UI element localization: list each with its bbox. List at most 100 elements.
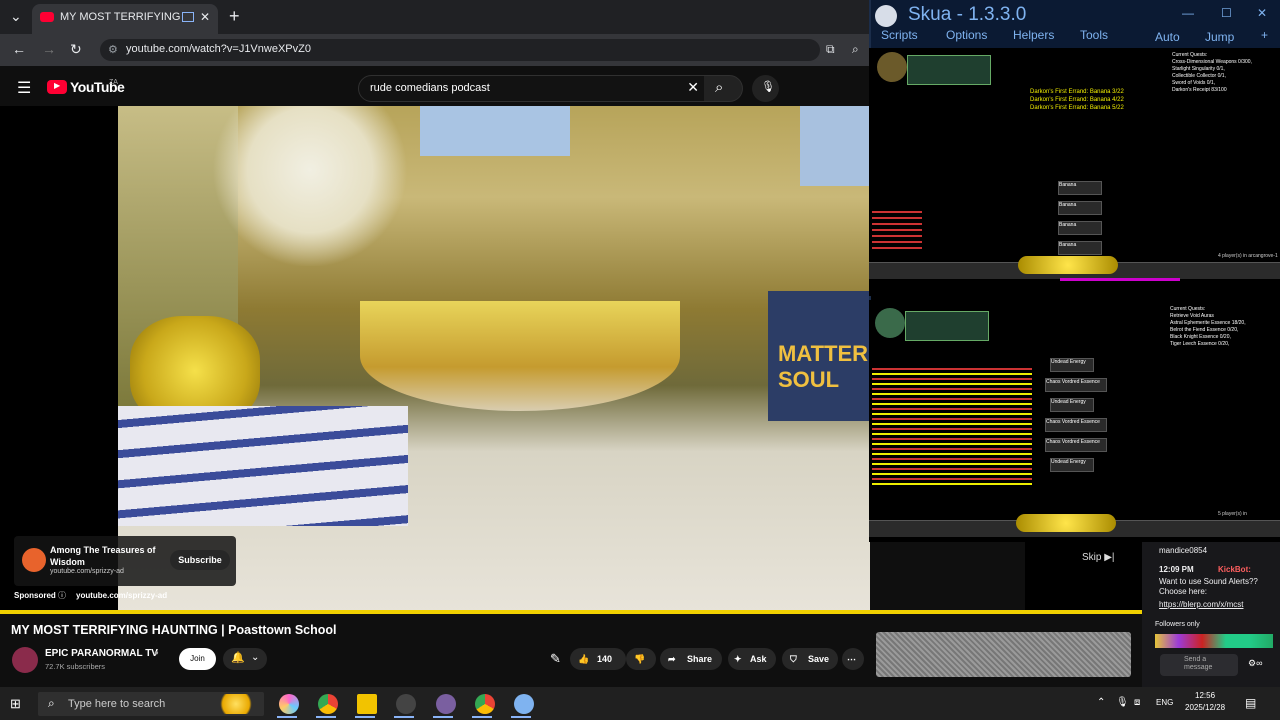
zoom-icon[interactable]: ⌕ (852, 42, 859, 57)
play-glyph-icon: ▶ (54, 81, 61, 90)
search-input[interactable]: rude comedians podcast ✕ (358, 75, 706, 102)
drop-item[interactable]: Chaos Vordred Essence (1045, 438, 1107, 452)
like-button[interactable]: 👍 140 (570, 648, 626, 670)
dislike-button[interactable]: 👎 (626, 648, 656, 670)
chrome-profile-icon[interactable] (475, 694, 495, 714)
skua-add-icon[interactable]: + (1261, 28, 1268, 42)
obs-icon[interactable] (396, 694, 416, 714)
drop-item[interactable]: Banana (1058, 241, 1102, 255)
drop-item[interactable]: Banana (1058, 201, 1102, 215)
chat-link[interactable]: https://blerp.com/x/mcst (1159, 600, 1243, 610)
taskbar-clock[interactable]: 12:56 2025/12/28 (1185, 690, 1225, 714)
quest-line: Retrieve Void Auras (1170, 313, 1214, 319)
tab-media-icon[interactable] (182, 12, 194, 22)
skill-icons-1[interactable] (1018, 256, 1118, 274)
more-actions-button[interactable]: ⋯ (842, 648, 864, 670)
followers-only-label: Followers only (1155, 621, 1200, 628)
drop-item[interactable]: Undead Energy (1050, 358, 1094, 372)
quest-line: Tiger Leech Essence 0/20, (1170, 341, 1230, 347)
ad-channel-avatar[interactable] (22, 548, 46, 572)
quests-header: Current Quests: (1170, 306, 1206, 312)
message-line: Darkon's First Errand: Banana 5/22 (1030, 105, 1124, 111)
site-info-icon[interactable]: ⚙ (108, 43, 118, 56)
search-highlight-icon[interactable] (216, 694, 256, 714)
channel-name[interactable]: EPIC PARANORMAL TV (45, 648, 158, 659)
tray-overflow-icon[interactable]: ⌃ (1097, 697, 1105, 708)
sparkle-icon: ✦ (734, 654, 742, 664)
create-icon[interactable]: ✎ (550, 651, 561, 667)
menu-icon[interactable]: ☰ (17, 78, 31, 98)
ad-progress-bar[interactable] (0, 610, 1142, 614)
back-icon[interactable]: ← (12, 41, 26, 57)
tab-search-icon[interactable]: ⌄ (10, 8, 22, 25)
chat-settings-icon[interactable]: ⚙∞ (1248, 658, 1262, 669)
skua-menu-tools[interactable]: Tools (1080, 28, 1108, 42)
url-text: youtube.com/watch?v=J1VnweXPvZ0 (126, 43, 311, 55)
chat-log-1 (872, 211, 922, 251)
voice-search-button[interactable]: 🎙 (752, 75, 779, 102)
network-icon[interactable]: ⧈ (1134, 697, 1140, 708)
skua-taskbar-icon[interactable] (514, 694, 534, 714)
skua-menu-auto[interactable]: Auto (1155, 30, 1180, 44)
ask-label: Ask (750, 654, 767, 664)
clear-search-icon[interactable]: ✕ (687, 79, 699, 96)
related-video-thumbnail[interactable] (876, 632, 1131, 677)
quest-line: Astral Ephemerite Essence 18/20, (1170, 320, 1246, 326)
tab-close-icon[interactable]: ✕ (200, 10, 210, 24)
share-button[interactable]: ➦ Share (660, 648, 722, 670)
ad-title[interactable]: Among The Treasures of Wisdom (50, 544, 162, 568)
drop-item[interactable]: Banana (1058, 221, 1102, 235)
forward-icon[interactable]: → (42, 41, 56, 57)
skua-menu-helpers[interactable]: Helpers (1013, 28, 1054, 42)
drop-item[interactable]: Undead Energy (1050, 458, 1094, 472)
chat-message: Want to use Sound Alerts?? Choose here: (1159, 577, 1258, 596)
quest-tracker-2: Current Quests: Retrieve Void Auras Astr… (1170, 306, 1270, 348)
chat-bot-name[interactable]: KickBot: (1218, 565, 1251, 575)
sponsored-url[interactable]: youtube.com/sprizzy-ad (76, 591, 167, 600)
drop-item[interactable]: Undead Energy (1050, 398, 1094, 412)
drop-item[interactable]: Banana (1058, 181, 1102, 195)
join-button[interactable]: Join (179, 648, 216, 670)
microphone-tray-icon[interactable]: 🎙 (1116, 697, 1129, 708)
chat-user[interactable]: mandice0854 (1159, 546, 1207, 556)
video-poster: MATTER SOUL (768, 291, 870, 421)
app-icon[interactable] (436, 694, 456, 714)
close-icon[interactable]: ✕ (1257, 6, 1267, 20)
drop-item[interactable]: Chaos Vordred Essence (1045, 378, 1107, 392)
quest-line: Darkon's Receipt 83/100 (1172, 87, 1227, 93)
chrome-icon[interactable] (318, 694, 338, 714)
skua-menu-jump[interactable]: Jump (1205, 30, 1234, 44)
notifications-icon[interactable]: ▤ (1245, 696, 1256, 710)
new-tab-icon[interactable]: + (229, 6, 240, 27)
skua-menu-options[interactable]: Options (946, 28, 987, 42)
player-portrait-2 (875, 308, 905, 338)
skip-ad-button[interactable]: Skip ▶| (1082, 552, 1115, 563)
windows-start-icon[interactable]: ⊞ (10, 696, 21, 712)
emote-bar[interactable] (1155, 634, 1273, 648)
language-indicator[interactable]: ENG (1156, 698, 1173, 707)
channel-avatar[interactable] (12, 647, 38, 673)
browser-tab[interactable]: MY MOST TERRIFYING HAU ✕ (32, 4, 218, 34)
like-count: 140 (597, 654, 613, 664)
chat-input[interactable]: Send a message (1160, 654, 1238, 676)
minimize-icon[interactable]: — (1182, 6, 1194, 20)
player-plate-1 (907, 55, 991, 85)
share-label: Share (687, 654, 713, 664)
ad-subscribe-button[interactable]: Subscribe (170, 550, 230, 570)
skua-menu-scripts[interactable]: Scripts (881, 28, 918, 42)
ask-button[interactable]: ✦ Ask (728, 648, 776, 670)
search-button[interactable]: ⌕ (704, 75, 743, 102)
info-icon[interactable]: ⓘ (58, 590, 66, 601)
maximize-icon[interactable]: ☐ (1221, 6, 1232, 20)
address-bar[interactable]: ⚙ youtube.com/watch?v=J1VnweXPvZ0 (100, 39, 820, 61)
file-explorer-icon[interactable] (357, 694, 377, 714)
reload-icon[interactable]: ↻ (70, 41, 82, 58)
sponsored-label: Sponsored (14, 591, 56, 600)
install-app-icon[interactable]: ⧉ (826, 42, 835, 57)
skill-icons-2[interactable] (1016, 514, 1116, 532)
drop-item[interactable]: Chaos Vordred Essence (1045, 418, 1107, 432)
notifications-button[interactable]: 🔔 ⌄ (223, 648, 267, 670)
player-portrait-1 (877, 52, 907, 82)
copilot-icon[interactable] (279, 694, 299, 714)
save-button[interactable]: ⛉ Save (782, 648, 838, 670)
